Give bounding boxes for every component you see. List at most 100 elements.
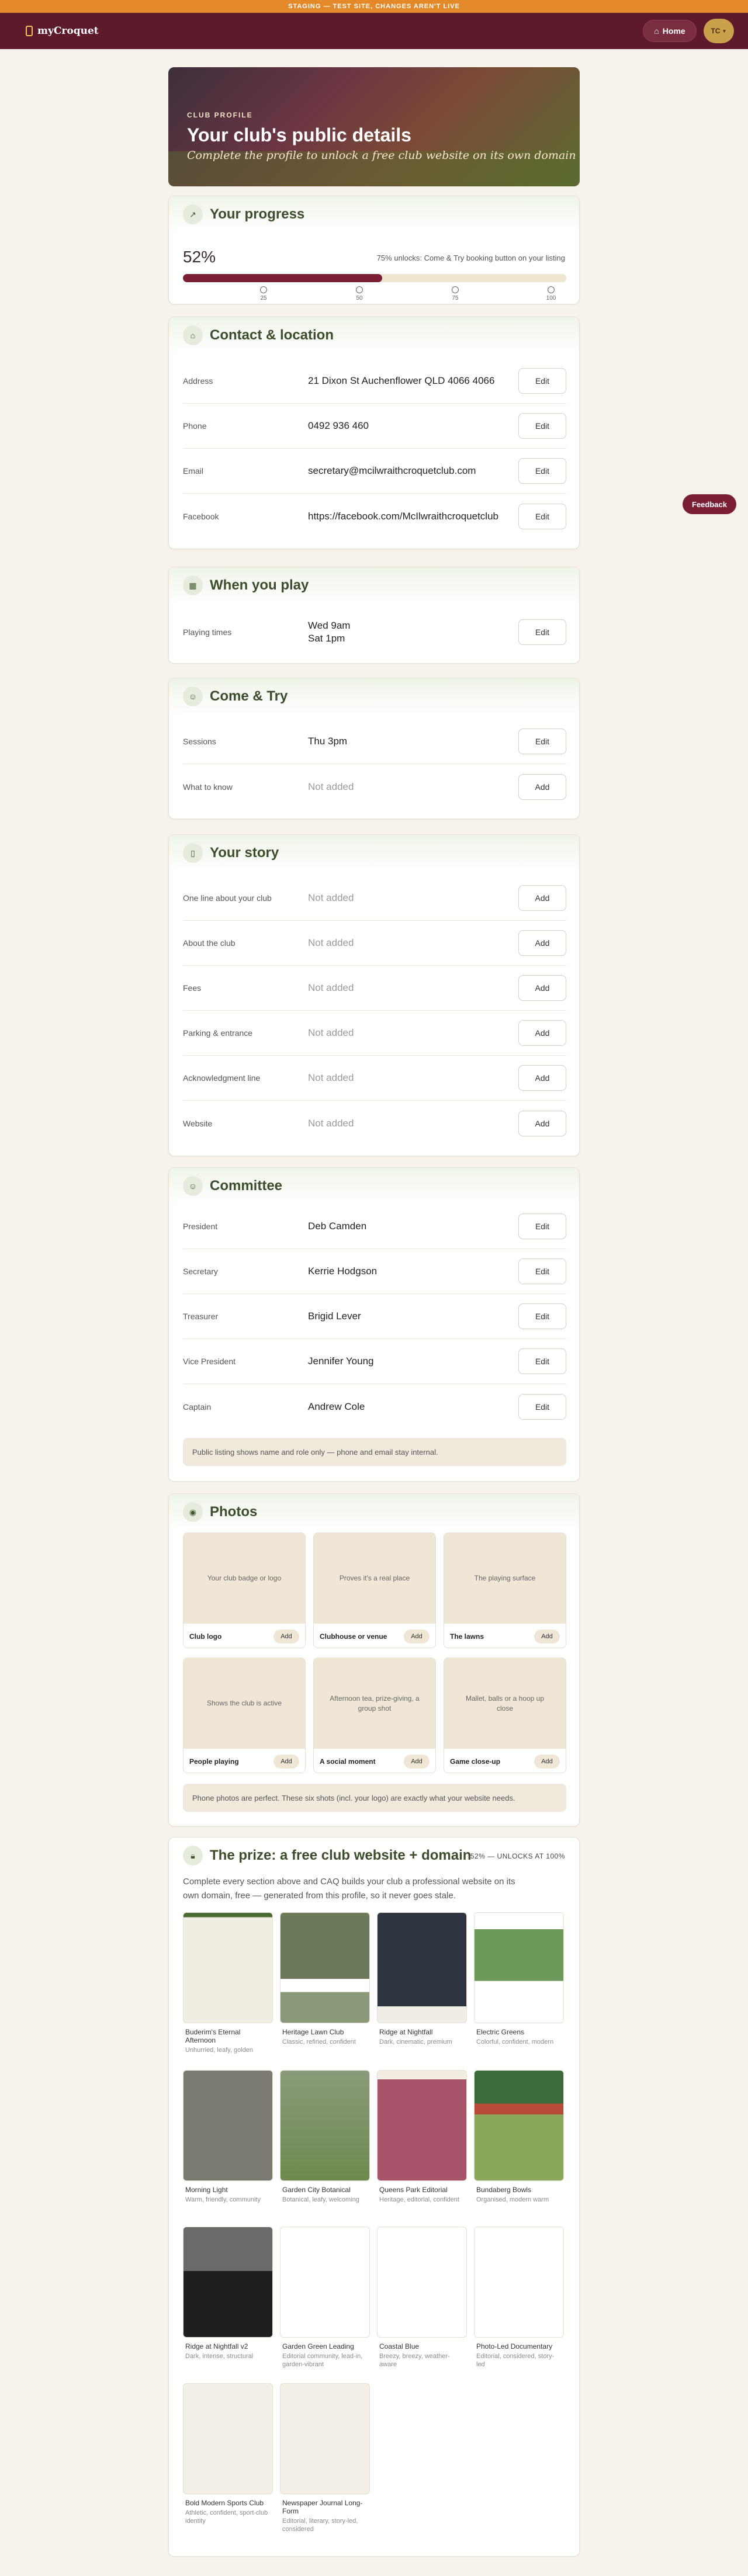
feedback-button[interactable]: Feedback: [683, 494, 736, 514]
theme-desc: Unhurried, leafy, golden: [185, 2047, 253, 2054]
add-website-button[interactable]: Add: [518, 1110, 566, 1136]
add-parking-button[interactable]: Add: [518, 1020, 566, 1046]
add-what-to-know-button[interactable]: Add: [518, 774, 566, 800]
theme-card[interactable]: Photo-Led Documentary Editorial, conside…: [474, 2227, 564, 2369]
theme-desc: Warm, friendly, community: [185, 2196, 261, 2203]
photo-slot-lawns[interactable]: The playing surface The lawns Add: [444, 1533, 566, 1648]
theme-name: Bundaberg Bowls: [476, 2186, 532, 2194]
edit-vice-president-button[interactable]: Edit: [518, 1348, 566, 1374]
prize-card: 🔒︎ The prize: a free club website + doma…: [168, 1837, 580, 2557]
row-value: Not added: [308, 1027, 354, 1038]
theme-card[interactable]: Ridge at Nightfall v2 Dark, intense, str…: [183, 2227, 273, 2360]
edit-secretary-button[interactable]: Edit: [518, 1258, 566, 1284]
add-photo-button[interactable]: Add: [534, 1629, 560, 1644]
photo-name: Clubhouse or venue: [320, 1632, 387, 1641]
progress-percent: 52%: [183, 248, 216, 266]
add-about-button[interactable]: Add: [518, 930, 566, 956]
photo-slot-clubhouse[interactable]: Proves it's a real place Clubhouse or ve…: [313, 1533, 436, 1648]
row-value: secretary@mcilwraithcroquetclub.com: [308, 465, 476, 476]
row-value: 0492 936 460: [308, 420, 369, 431]
theme-card[interactable]: Heritage Lawn Club Classic, refined, con…: [280, 1912, 370, 2046]
row-value: https://facebook.com/McIlwraithcroquetcl…: [308, 510, 498, 522]
add-photo-button[interactable]: Add: [273, 1629, 299, 1644]
photos-title: Photos: [210, 1504, 258, 1520]
theme-preview: [474, 2227, 564, 2338]
photo-hint: The playing surface: [444, 1533, 566, 1624]
row-label: One line about your club: [183, 893, 272, 903]
user-avatar-menu[interactable]: TC ▼: [704, 19, 734, 43]
theme-preview: [377, 1912, 467, 2023]
theme-desc: Dark, cinematic, premium: [379, 2038, 452, 2045]
committee-privacy-notice: Public listing shows name and role only …: [183, 1438, 566, 1466]
come-try-row-what-to-know: What to know Not added Add: [183, 764, 566, 809]
brand-logo[interactable]: myCroquet: [26, 25, 99, 37]
come-and-try-card: ☺ Come & Try Sessions Thu 3pm Edit What …: [168, 678, 580, 819]
theme-card[interactable]: Morning Light Warm, friendly, community: [183, 2070, 273, 2204]
theme-card[interactable]: Bold Modern Sports Club Athletic, confid…: [183, 2383, 273, 2525]
row-value: Deb Camden: [308, 1221, 367, 1232]
photo-hint: Afternoon tea, prize-giving, a group sho…: [314, 1658, 435, 1749]
theme-desc: Organised, modern warm: [476, 2196, 549, 2203]
milestone-50: 50: [348, 286, 371, 301]
user-initials: TC: [711, 27, 721, 35]
croquet-icon: [26, 26, 33, 36]
story-title: Your story: [210, 845, 279, 861]
edit-facebook-button[interactable]: Edit: [518, 503, 566, 529]
photo-name: Game close-up: [450, 1757, 501, 1766]
committee-row-vice-president: Vice President Jennifer Young Edit: [183, 1339, 566, 1384]
lock-icon: 🔒︎: [183, 1846, 203, 1866]
theme-desc: Editorial, considered, story-led: [476, 2353, 555, 2368]
theme-preview: [280, 2070, 370, 2181]
theme-card[interactable]: Buderim's Eternal Afternoon Unhurried, l…: [183, 1912, 273, 2054]
story-row-website: Website Not added Add: [183, 1101, 566, 1146]
row-value: Not added: [308, 781, 354, 792]
theme-card[interactable]: Queens Park Editorial Heritage, editoria…: [377, 2070, 467, 2204]
home-button[interactable]: ⌂ Home: [643, 20, 697, 42]
add-acknowledgment-button[interactable]: Add: [518, 1065, 566, 1091]
progress-bar-fill: [183, 274, 383, 282]
add-photo-button[interactable]: Add: [534, 1754, 560, 1769]
contact-row-phone: Phone 0492 936 460 Edit: [183, 404, 566, 449]
story-row-one-line: One line about your club Not added Add: [183, 876, 566, 921]
theme-name: Heritage Lawn Club: [282, 2028, 344, 2036]
photo-slot-social-moment[interactable]: Afternoon tea, prize-giving, a group sho…: [313, 1658, 436, 1773]
photo-slot-people-playing[interactable]: Shows the club is active People playing A…: [183, 1658, 306, 1773]
theme-preview: [377, 2070, 467, 2181]
edit-treasurer-button[interactable]: Edit: [518, 1303, 566, 1329]
progress-bar: [183, 274, 566, 282]
add-fees-button[interactable]: Add: [518, 975, 566, 1001]
edit-president-button[interactable]: Edit: [518, 1214, 566, 1239]
add-photo-button[interactable]: Add: [404, 1754, 430, 1769]
theme-card[interactable]: Coastal Blue Breezy, breezy, weather-awa…: [377, 2227, 467, 2369]
edit-address-button[interactable]: Edit: [518, 368, 566, 394]
theme-card[interactable]: Electric Greens Colorful, confident, mod…: [474, 1912, 564, 2046]
theme-card[interactable]: Garden City Botanical Botanical, leafy, …: [280, 2070, 370, 2204]
row-label: Treasurer: [183, 1312, 219, 1321]
edit-playing-times-button[interactable]: Edit: [518, 619, 566, 645]
theme-preview: [474, 1912, 564, 2023]
come-try-row-sessions: Sessions Thu 3pm Edit: [183, 719, 566, 764]
row-value: Kerrie Hodgson: [308, 1266, 378, 1277]
theme-preview: [280, 2227, 370, 2338]
edit-sessions-button[interactable]: Edit: [518, 729, 566, 754]
add-one-line-button[interactable]: Add: [518, 885, 566, 911]
edit-captain-button[interactable]: Edit: [518, 1393, 566, 1420]
photo-slot-club-logo[interactable]: Your club badge or logo Club logo Add: [183, 1533, 306, 1648]
edit-email-button[interactable]: Edit: [518, 458, 566, 484]
row-label: Fees: [183, 983, 202, 993]
theme-card[interactable]: Bundaberg Bowls Organised, modern warm: [474, 2070, 564, 2204]
photo-slot-game-closeup[interactable]: Mallet, balls or a hoop up close Game cl…: [444, 1658, 566, 1773]
add-photo-button[interactable]: Add: [404, 1629, 430, 1644]
add-photo-button[interactable]: Add: [273, 1754, 299, 1769]
theme-card[interactable]: Ridge at Nightfall Dark, cinematic, prem…: [377, 1912, 467, 2046]
row-label: Address: [183, 376, 213, 386]
top-navbar: myCroquet ⌂ Home TC ▼: [0, 13, 748, 49]
row-value: 21 Dixon St Auchenflower QLD 4066 4066: [308, 375, 495, 386]
theme-card[interactable]: Garden Green Leading Editorial community…: [280, 2227, 370, 2369]
users-icon: ☺: [183, 687, 203, 706]
contact-row-email: Email secretary@mcilwraithcroquetclub.co…: [183, 449, 566, 494]
theme-card[interactable]: Newspaper Journal Long-Form Editorial, l…: [280, 2383, 370, 2533]
photos-notice: Phone photos are perfect. These six shot…: [183, 1784, 566, 1812]
edit-phone-button[interactable]: Edit: [518, 413, 566, 439]
committee-row-captain: Captain Andrew Cole Edit: [183, 1384, 566, 1429]
